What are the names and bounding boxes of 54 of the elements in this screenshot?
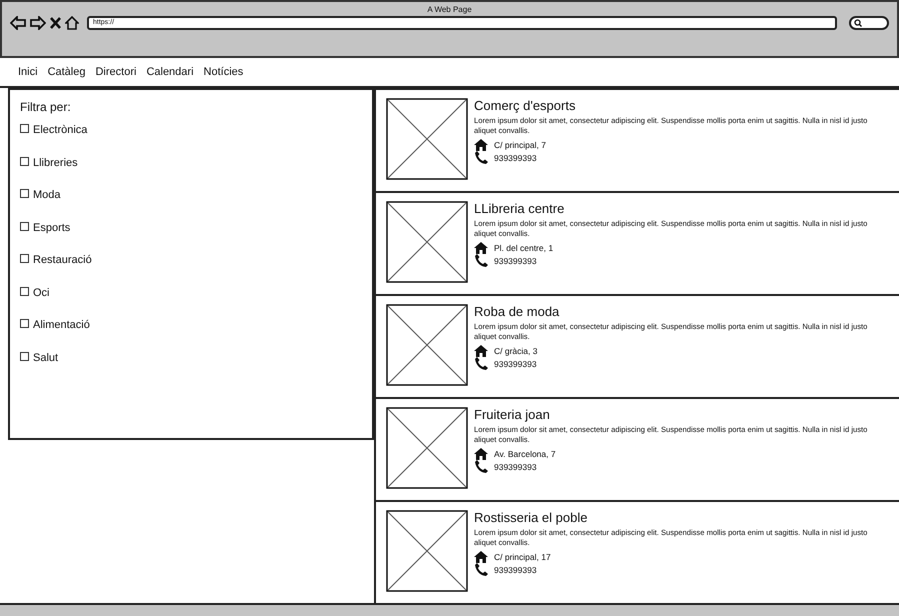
listing-title: Fruiteria joan: [474, 407, 551, 423]
nav-link[interactable]: Directori: [95, 64, 136, 80]
house-icon: [474, 345, 488, 357]
listing-title: Rostisseria el poble: [474, 510, 588, 526]
phone-number: 939399393: [494, 564, 537, 576]
checkbox[interactable]: [20, 352, 29, 360]
address-text: Av. Barcelona, 7: [494, 448, 556, 460]
phone-icon: [474, 357, 488, 370]
search-icon: [854, 19, 862, 27]
phone-icon: [474, 563, 488, 576]
home-icon[interactable]: [65, 16, 79, 30]
nav-link[interactable]: Inici: [18, 64, 38, 80]
phone-icon: [474, 254, 488, 267]
address-text: Pl. del centre, 1: [494, 242, 554, 254]
phone-number: 939399393: [494, 358, 537, 370]
checkbox[interactable]: [20, 189, 29, 198]
nav-link[interactable]: Notícies: [204, 64, 244, 80]
phone-number: 939399393: [494, 254, 537, 266]
checkbox-label[interactable]: Restauració: [33, 252, 92, 268]
checkbox[interactable]: [20, 254, 29, 263]
listing-title: LLibreria centre: [474, 201, 566, 217]
checkbox[interactable]: [20, 222, 29, 230]
window-title: A Web Page: [427, 5, 472, 14]
address-text: C/ principal, 7: [494, 139, 546, 151]
checkbox-label[interactable]: Oci: [33, 284, 50, 301]
search-field[interactable]: [849, 16, 889, 30]
house-icon: [474, 551, 488, 563]
checkbox[interactable]: [20, 124, 29, 133]
back-arrow-icon[interactable]: [10, 16, 26, 30]
checkbox-label[interactable]: Moda: [33, 187, 61, 204]
phone-icon: [474, 460, 488, 473]
checkbox-label[interactable]: Llibreries: [33, 154, 78, 171]
checkbox[interactable]: [20, 156, 29, 166]
house-icon: [474, 139, 488, 151]
house-icon: [474, 242, 488, 254]
address-text: C/ gràcia, 3: [494, 345, 538, 357]
nav-link[interactable]: Calendari: [146, 64, 194, 80]
nav-link[interactable]: Catàleg: [48, 64, 86, 80]
checkbox-label[interactable]: Esports: [33, 220, 70, 236]
checkbox-label[interactable]: Salut: [33, 350, 58, 366]
checkbox-label[interactable]: Alimentació: [33, 317, 90, 334]
close-icon[interactable]: [50, 17, 61, 29]
address-text: C/ principal, 17: [494, 551, 551, 563]
filter-title: Filtra per:: [20, 99, 72, 116]
listing-title: Roba de moda: [474, 304, 560, 320]
forward-arrow-icon[interactable]: [30, 16, 46, 30]
phone-icon: [474, 151, 488, 164]
house-icon: [474, 448, 488, 460]
checkbox-label[interactable]: Electrònica: [33, 122, 88, 138]
checkbox[interactable]: [20, 319, 29, 328]
listing-title: Comerç d'esports: [474, 98, 576, 114]
checkbox[interactable]: [20, 286, 29, 296]
phone-number: 939399393: [494, 460, 537, 472]
phone-number: 939399393: [494, 152, 537, 164]
